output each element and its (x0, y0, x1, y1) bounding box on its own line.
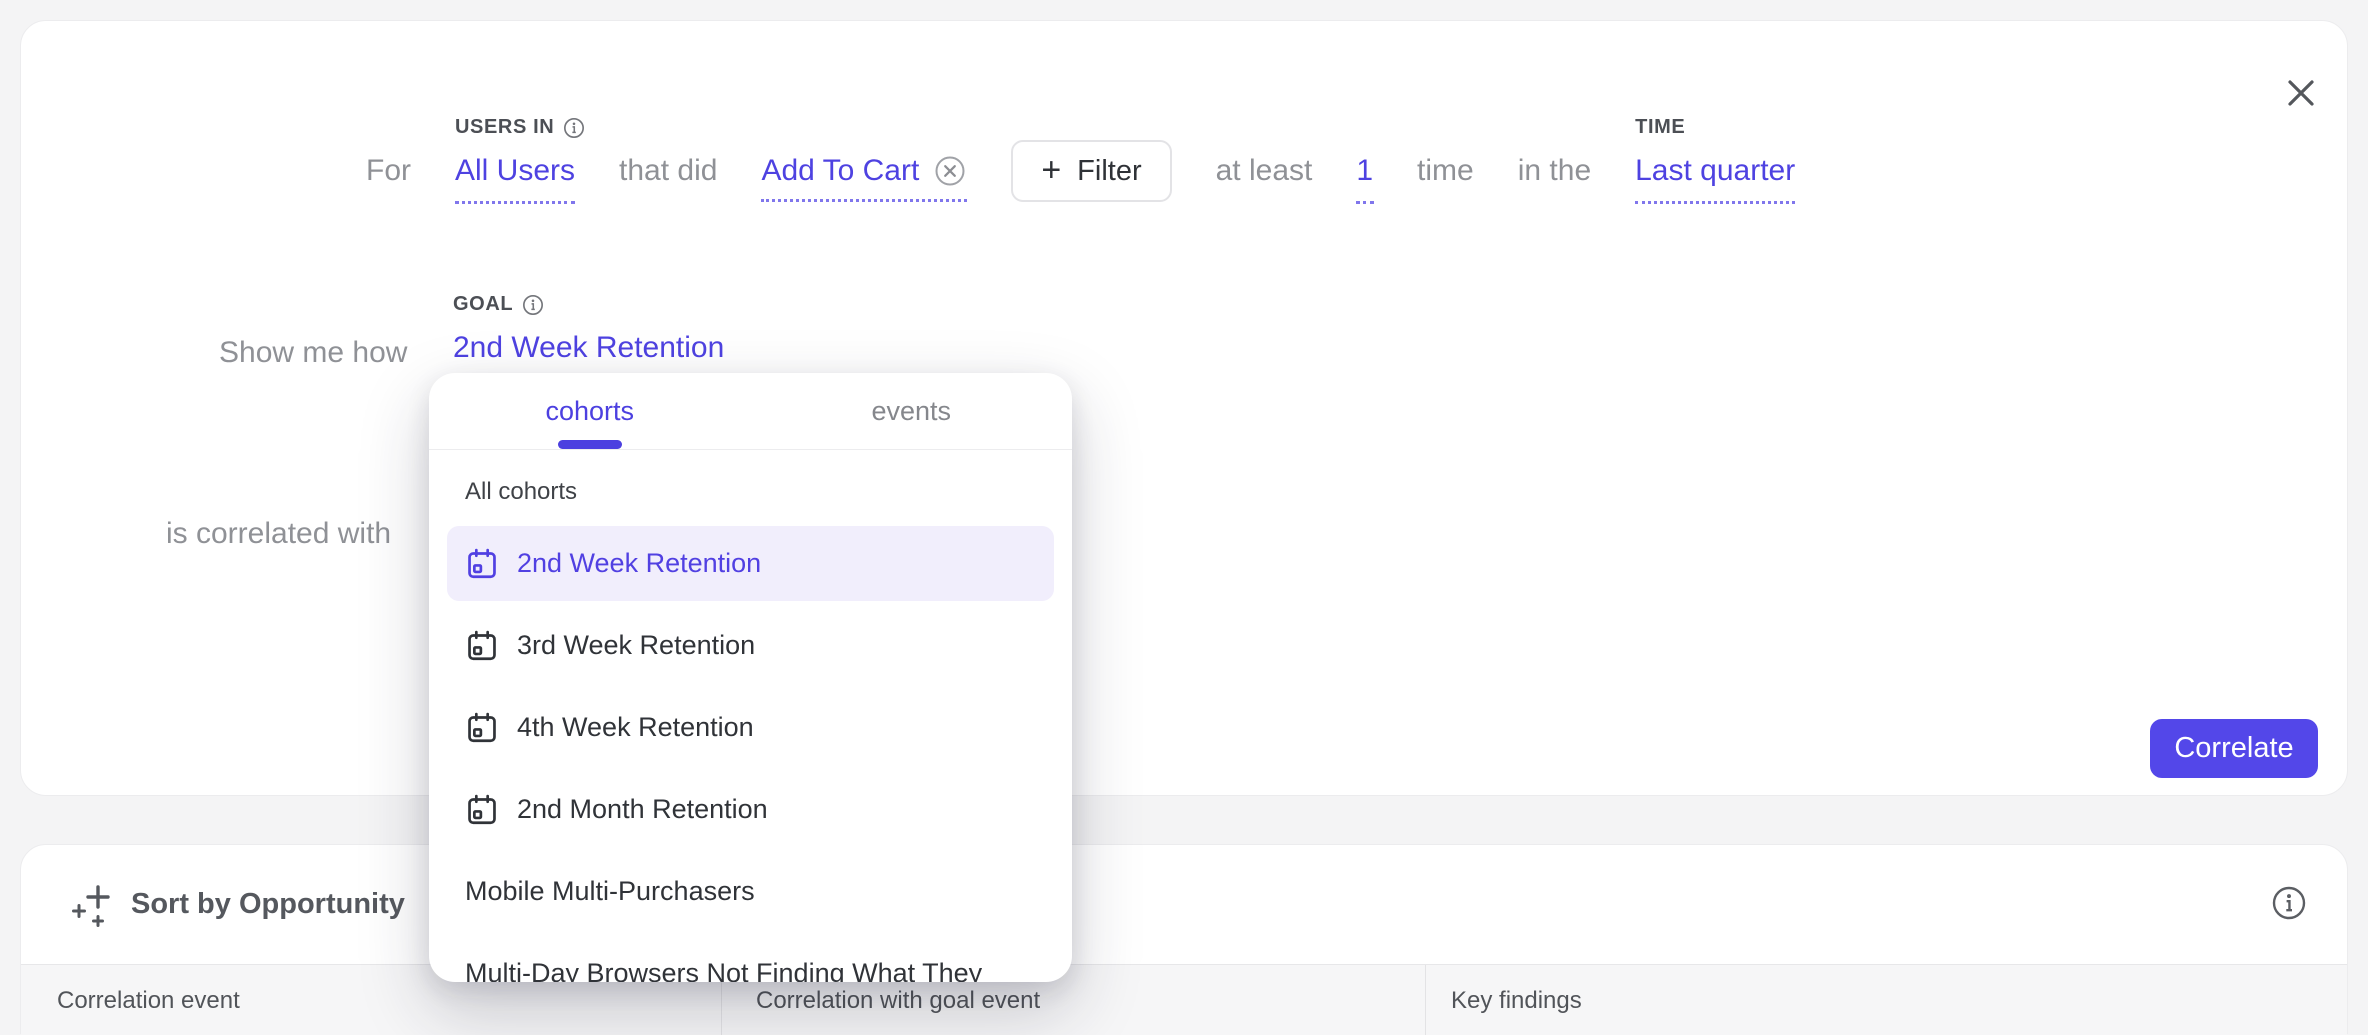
is-correlated-with-word: is correlated with (166, 517, 391, 551)
cohort-selector[interactable]: All Users (455, 154, 575, 188)
time-range-selector[interactable]: Last quarter (1635, 154, 1795, 188)
column-header-correlation-with-goal-event: Correlation with goal event (756, 987, 1040, 1015)
for-word: For (366, 154, 411, 188)
sparkle-sort-icon (71, 883, 115, 927)
results-table-header: Correlation event Correlation with goal … (21, 964, 2347, 1035)
list-item[interactable]: 2nd Month Retention (447, 772, 1054, 847)
active-tab-indicator (558, 440, 622, 449)
list-item[interactable]: 3rd Week Retention (447, 608, 1054, 683)
event-selector[interactable]: Add To Cart (761, 154, 967, 188)
count-selector[interactable]: 1 (1356, 154, 1373, 188)
close-button[interactable] (2275, 67, 2327, 119)
tab-cohorts[interactable]: cohorts (429, 373, 751, 449)
plus-icon: + (1041, 153, 1061, 187)
close-icon (2285, 77, 2317, 109)
users-in-label: USERS IN (455, 116, 585, 139)
column-header-key-findings: Key findings (1451, 987, 1582, 1015)
in-the-word: in the (1518, 154, 1591, 188)
correlation-query-page: { "query_builder": { "row1": { "for_word… (0, 0, 2368, 1008)
at-least-word: at least (1216, 154, 1313, 188)
goal-dropdown: cohorts events All cohorts 2nd Week Rete… (429, 373, 1072, 982)
results-info-icon[interactable] (2271, 885, 2307, 921)
that-did-word: that did (619, 154, 717, 188)
calendar-icon (465, 629, 499, 663)
goal-label: GOAL (453, 293, 544, 316)
column-divider (1425, 965, 1426, 1035)
info-icon[interactable] (563, 117, 585, 139)
info-icon[interactable] (522, 294, 544, 316)
results-panel: Sort by Opportunity Correlation event Co… (20, 844, 2348, 1034)
list-item[interactable]: Multi-Day Browsers Not Finding What They (447, 936, 1054, 982)
show-me-how-word: Show me how (219, 336, 407, 370)
query-row-users: For USERS IN All Users that did Add To C… (366, 138, 1795, 204)
correlate-button[interactable]: Correlate (2150, 719, 2318, 778)
list-item[interactable]: Mobile Multi-Purchasers (447, 854, 1054, 929)
calendar-icon (465, 711, 499, 745)
list-item[interactable]: 2nd Week Retention (447, 526, 1054, 601)
sort-by-opportunity-button[interactable]: Sort by Opportunity (21, 845, 405, 964)
time-word: time (1417, 154, 1474, 188)
cohorts-section-header: All cohorts (465, 478, 1072, 506)
list-item[interactable]: 4th Week Retention (447, 690, 1054, 765)
column-header-correlation-event: Correlation event (57, 987, 240, 1015)
calendar-icon (465, 793, 499, 827)
sort-label: Sort by Opportunity (131, 888, 405, 921)
goal-selector[interactable]: 2nd Week Retention (453, 331, 724, 365)
time-label: TIME (1635, 116, 1685, 139)
tab-events[interactable]: events (751, 373, 1073, 449)
event-value[interactable]: Add To Cart (761, 154, 919, 188)
dropdown-tabs: cohorts events (429, 373, 1072, 450)
query-builder-card: For USERS IN All Users that did Add To C… (20, 20, 2348, 796)
calendar-icon (465, 547, 499, 581)
add-filter-button[interactable]: + Filter (1011, 140, 1171, 202)
remove-event-icon[interactable] (933, 154, 967, 188)
